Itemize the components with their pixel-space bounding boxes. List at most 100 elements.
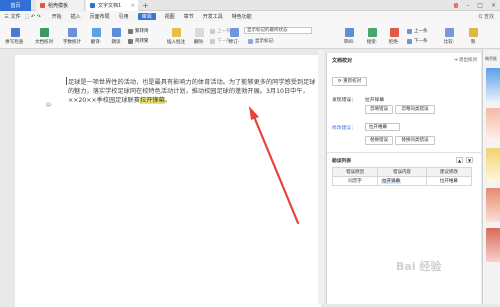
document-icon	[90, 3, 95, 8]
doc-proof-icon	[39, 28, 49, 37]
doc-proof-label: 文档校对	[35, 40, 53, 45]
suggestion-value: 拉开帷幕	[369, 125, 387, 130]
suggestion-option[interactable]: 拉开帷幕	[365, 123, 400, 131]
text-cursor	[66, 77, 67, 85]
review-icon	[344, 28, 354, 37]
review-ribbon: 拼写检查· 文档校对 字数统计 翻译· 朗读 繁转简 简转繁 插入批注 删除· …	[0, 22, 500, 49]
close-window-icon[interactable]: ×	[491, 2, 496, 9]
delete-label: 删除·	[193, 40, 205, 45]
doc-proof-button[interactable]: 文档校对	[31, 28, 57, 45]
tab-home[interactable]: 首页	[0, 0, 31, 11]
translate-button[interactable]: 翻译·	[86, 28, 106, 45]
prev-change-label: 上一条	[414, 29, 428, 34]
collapse-icon[interactable]: ▲	[456, 157, 463, 163]
sidebar-title: 稿壳推	[485, 56, 497, 61]
exit-proofread-button[interactable]: ⇥ 退出校对	[454, 57, 477, 63]
tab-template-label: 稻壳模板	[48, 3, 69, 9]
found-error-value: 拉开锋幕	[365, 98, 385, 103]
check-icon	[367, 28, 377, 37]
highlighted-error[interactable]: 拉开锋幕	[139, 97, 165, 104]
menu-bar: 三 文件 ⬚ ↶ ↷ 开始 插入 页面布局 引用 审阅 视图 章节 开发工具 特…	[0, 11, 500, 22]
recheck-button[interactable]: ⟳ 重新校对	[332, 77, 367, 86]
spellcheck-button[interactable]: 拼写检查·	[3, 28, 27, 45]
menu-start[interactable]: 开始	[52, 13, 62, 20]
compare-button[interactable]: 比较·	[440, 28, 458, 45]
menu-file[interactable]: 三 文件	[4, 13, 21, 20]
minimize-icon[interactable]: –	[466, 2, 469, 9]
search-button[interactable]: Q 查找	[478, 13, 494, 20]
review-button[interactable]: 审阅·	[340, 28, 358, 45]
error-list-table: 错误原因 错误内容 建议修改 同音字 拉开锋幕 拉开帷幕	[331, 167, 473, 186]
suggested-fix-cell: 拉开帷幕	[425, 176, 473, 186]
found-error-label: 发现错误：	[332, 98, 356, 103]
close-icon[interactable]: ×	[131, 3, 135, 9]
replace-error-button[interactable]: 替换错误	[365, 136, 393, 145]
document-paragraph[interactable]: 足球是一项世界性的活动，也是最具有影响力的体育活动。为了能够更多的同学感受到足球…	[68, 78, 316, 105]
accept-button[interactable]: 接受·	[363, 28, 381, 45]
maximize-icon[interactable]: □	[477, 2, 483, 9]
template-sidebar: 稿壳推	[482, 50, 500, 304]
delete-comment-button[interactable]: 删除·	[190, 28, 208, 45]
reject-button[interactable]: 拒绝·	[385, 28, 403, 45]
template-thumbnail[interactable]	[486, 188, 500, 222]
tab-template[interactable]: 稻壳模板	[36, 0, 85, 11]
word-count-icon	[67, 28, 77, 37]
menu-features[interactable]: 特色功能	[232, 13, 252, 20]
show-markup-button[interactable]: 显示标记·	[248, 38, 274, 44]
paragraph-marker-icon[interactable]: ▤·	[46, 102, 54, 108]
menu-page-layout[interactable]: 页面布局	[90, 13, 110, 20]
expand-icon[interactable]: ▼	[466, 157, 473, 163]
accept-label: 接受·	[366, 40, 378, 45]
markup-state-dropdown[interactable]: 显示标记的最终状态	[244, 27, 312, 34]
template-thumbnail[interactable]	[486, 148, 500, 182]
track-changes-button[interactable]: 修订·	[226, 28, 242, 45]
quick-access-icons[interactable]: ⬚ ↶ ↷	[25, 14, 43, 20]
read-aloud-label: 朗读	[111, 40, 121, 45]
prev-change-button[interactable]: 上一条	[407, 28, 428, 34]
paragraph-end: 。	[164, 97, 171, 104]
simp-to-trad-button[interactable]: 简转繁	[128, 38, 149, 44]
menu-references[interactable]: 引用	[119, 13, 129, 20]
track-changes-label: 修订·	[228, 40, 240, 45]
menu-chapter[interactable]: 章节	[184, 13, 194, 20]
exit-proofread-label: 退出校对	[459, 58, 477, 63]
markup-icon	[248, 38, 253, 44]
table-header: 错误原因 错误内容 建议修改	[331, 167, 473, 177]
vertical-scrollbar[interactable]	[318, 50, 324, 304]
word-count-button[interactable]: 字数统计	[60, 28, 84, 45]
new-tab-button[interactable]: +	[142, 1, 149, 10]
lock-icon	[468, 28, 478, 37]
menu-insert[interactable]: 插入	[71, 13, 81, 20]
delete-icon	[194, 28, 204, 37]
template-icon	[40, 3, 45, 8]
column-header: 错误原因	[331, 167, 379, 177]
ignore-all-button[interactable]: 忽略同类错误	[395, 105, 435, 114]
divider	[327, 152, 482, 153]
trad-to-simp-button[interactable]: 繁转简	[128, 28, 149, 34]
template-thumbnail[interactable]	[486, 108, 500, 142]
reject-icon	[389, 28, 399, 37]
read-aloud-button[interactable]: 朗读	[108, 28, 124, 45]
compare-label: 比较·	[443, 40, 455, 45]
restrict-button[interactable]: 限	[466, 28, 480, 45]
paragraph-text: 足球是一项世界性的活动，也是最具有影响力的体育活动。为了能够更多的同学感受到足球…	[68, 79, 316, 104]
tab-document[interactable]: 文字文档1 ×	[86, 0, 138, 11]
error-content-cell: 拉开锋幕	[377, 176, 427, 186]
next-change-button[interactable]: 下一条	[407, 38, 428, 44]
table-row[interactable]: 同音字 拉开锋幕 拉开帷幕	[331, 176, 473, 186]
replace-all-button[interactable]: 替换同类错误	[395, 136, 435, 145]
menu-developer[interactable]: 开发工具	[203, 13, 223, 20]
menu-view[interactable]: 视图	[165, 13, 175, 20]
speaker-icon	[111, 28, 121, 37]
document-area: ▤· 足球是一项世界性的活动，也是最具有影响力的体育活动。为了能够更多的同学感受…	[0, 50, 324, 307]
document-page[interactable]: ▤· 足球是一项世界性的活动，也是最具有影响力的体育活动。为了能够更多的同学感受…	[15, 55, 321, 307]
insert-comment-button[interactable]: 插入批注	[164, 28, 188, 45]
menu-review[interactable]: 审阅	[137, 13, 156, 20]
suggestion-label: 修改建议：	[332, 126, 356, 131]
tab-home-label: 首页	[10, 3, 21, 9]
ignore-error-button[interactable]: 忽略错误	[365, 105, 393, 114]
comment-icon	[171, 28, 181, 37]
template-thumbnail[interactable]	[486, 228, 500, 262]
template-thumbnail[interactable]	[486, 68, 500, 102]
arrow-down-icon	[407, 38, 412, 44]
